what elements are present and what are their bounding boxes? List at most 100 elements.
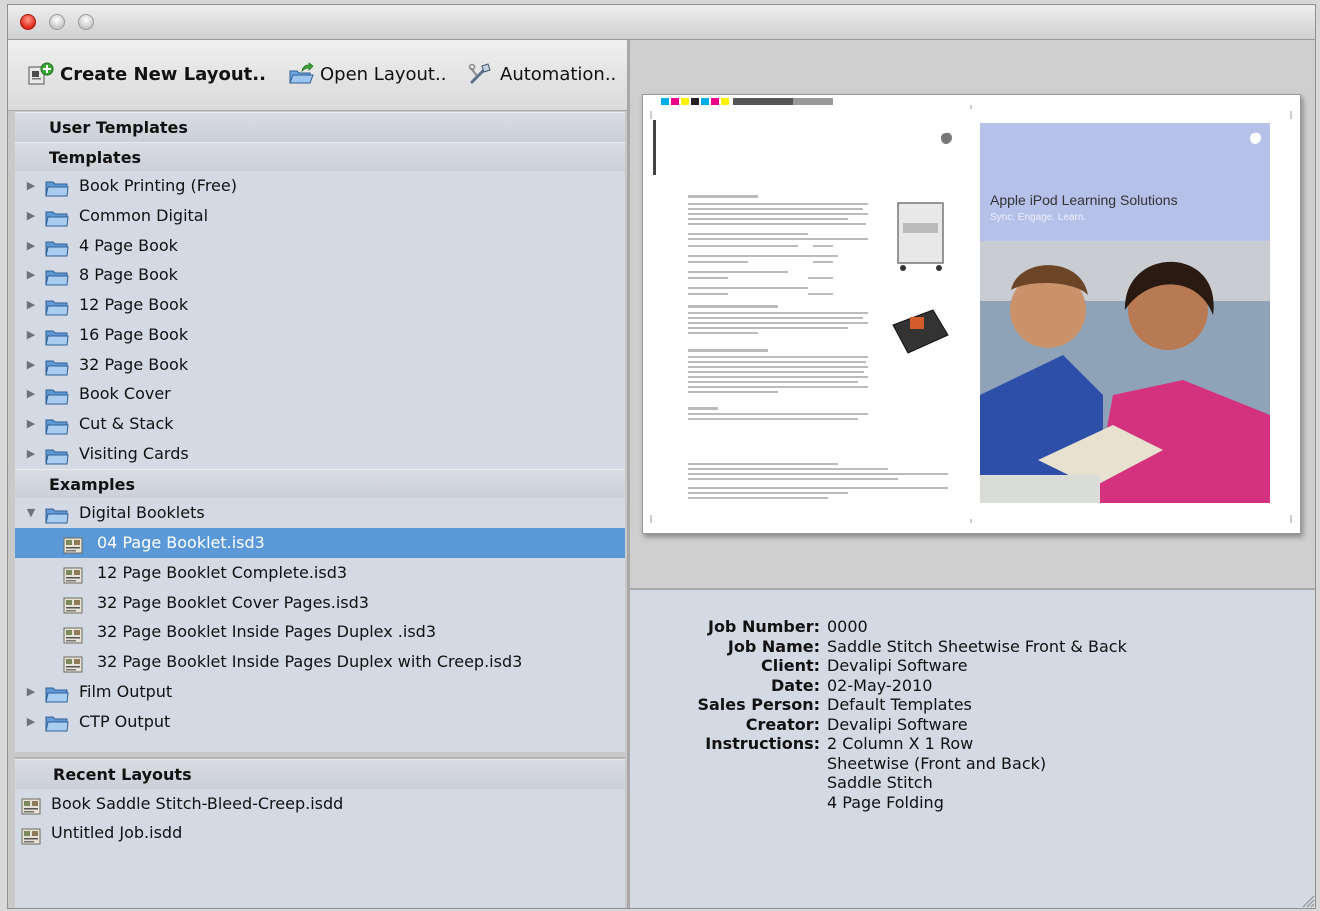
preview-artwork: Apple iPod Learning Solutions Sync. Enga… <box>650 98 1292 523</box>
tree-folder-item[interactable]: ▶ Common Digital <box>15 201 625 231</box>
tree-folder-item[interactable]: ▶ 32 Page Book <box>15 350 625 380</box>
left-pane: Create New Layout.. Open Layout.. Automa… <box>8 40 627 908</box>
recent-layout-label: Book Saddle Stitch-Bleed-Creep.isdd <box>51 793 344 813</box>
recent-layout-item[interactable]: Untitled Job.isdd <box>15 818 625 848</box>
preview-blue-panel <box>980 123 1270 241</box>
folder-icon <box>45 415 69 435</box>
tree-file-item[interactable]: 12 Page Booklet Complete.isd3 <box>15 558 625 588</box>
tree-folder-item[interactable]: ▶ 8 Page Book <box>15 260 625 290</box>
disclosure-triangle-icon[interactable]: ▶ <box>25 201 37 231</box>
tree-folder-item[interactable]: ▶ Visiting Cards <box>15 439 625 469</box>
disclosure-triangle-icon[interactable]: ▶ <box>25 231 37 261</box>
tree-folder-item[interactable]: ▶ 16 Page Book <box>15 320 625 350</box>
folder-icon <box>45 356 69 376</box>
folder-label: 8 Page Book <box>79 265 178 285</box>
examples-header[interactable]: Examples <box>15 468 625 499</box>
instructions-row: 4 Page Folding <box>630 792 1315 813</box>
tree-folder-ctp-output[interactable]: ▶ CTP Output <box>15 707 625 737</box>
zoom-window-button[interactable] <box>78 14 94 30</box>
folder-icon <box>45 683 69 703</box>
template-tree: User Templates Templates ▶ Book Printing … <box>15 112 625 752</box>
file-label: 12 Page Booklet Complete.isd3 <box>97 562 348 582</box>
tree-folder-digital-booklets[interactable]: ▼ Digital Booklets <box>15 498 625 528</box>
folder-label: 12 Page Book <box>79 295 189 315</box>
layout-file-icon <box>63 653 83 673</box>
disclosure-triangle-icon[interactable]: ▶ <box>25 439 37 469</box>
layout-preview-page: Apple iPod Learning Solutions Sync. Enga… <box>642 94 1301 534</box>
disclosure-triangle-icon[interactable]: ▶ <box>25 677 37 707</box>
recent-layout-label: Untitled Job.isdd <box>51 823 183 843</box>
tree-folder-item[interactable]: ▶ Book Printing (Free) <box>15 171 625 201</box>
job-name-row: Job Name: Saddle Stitch Sheetwise Front … <box>630 636 1315 657</box>
resize-grip-icon[interactable] <box>1301 894 1315 908</box>
tree-folder-item[interactable]: ▶ Cut & Stack <box>15 409 625 439</box>
creator-value: Devalipi Software <box>827 714 968 734</box>
user-templates-header[interactable]: User Templates <box>15 112 625 142</box>
instructions-row: Instructions: 2 Column X 1 Row <box>630 734 1315 754</box>
sales-person-value: Default Templates <box>827 695 972 714</box>
instructions-label: Instructions: <box>705 734 820 753</box>
preview-headline: Apple iPod Learning Solutions <box>990 192 1178 208</box>
tree-folder-item[interactable]: ▶ Book Cover <box>15 379 625 409</box>
disclosure-triangle-icon[interactable]: ▶ <box>25 379 37 409</box>
automation-button[interactable]: Automation.. <box>468 60 616 88</box>
color-bar <box>661 98 833 105</box>
preview-photo <box>980 241 1270 503</box>
client-value: Devalipi Software <box>827 656 968 675</box>
disclosure-triangle-icon[interactable]: ▶ <box>25 707 37 737</box>
client-label: Client: <box>761 656 820 675</box>
job-info-panel: Job Number: 0000 Job Name: Saddle Stitch… <box>630 590 1315 908</box>
folder-label: 16 Page Book <box>79 324 189 344</box>
tree-folder-item[interactable]: ▶ 4 Page Book <box>15 231 625 261</box>
tree-file-item[interactable]: 32 Page Booklet Inside Pages Duplex .isd… <box>15 617 625 647</box>
tree-folder-film-output[interactable]: ▶ Film Output <box>15 677 625 707</box>
folder-icon <box>45 207 69 227</box>
disclosure-triangle-icon[interactable]: ▶ <box>25 171 37 201</box>
minimize-window-button[interactable] <box>49 14 65 30</box>
date-value: 02-May-2010 <box>827 675 933 695</box>
job-number-value: 0000 <box>827 617 868 636</box>
folder-label: 4 Page Book <box>79 235 178 255</box>
file-label: 32 Page Booklet Inside Pages Duplex .isd… <box>97 622 436 642</box>
disclosure-triangle-icon[interactable]: ▶ <box>25 409 37 439</box>
layout-file-icon <box>63 534 83 554</box>
open-layout-button[interactable]: Open Layout.. <box>288 60 446 88</box>
folder-label: Cut & Stack <box>79 414 174 434</box>
create-new-layout-button[interactable]: Create New Layout.. <box>28 60 266 88</box>
tree-file-item[interactable]: 32 Page Booklet Cover Pages.isd3 <box>15 588 625 618</box>
job-name-value: Saddle Stitch Sheetwise Front & Back <box>827 636 1127 656</box>
tree-folder-item[interactable]: ▶ 12 Page Book <box>15 290 625 320</box>
disclosure-triangle-icon[interactable]: ▶ <box>25 350 37 380</box>
create-new-layout-label: Create New Layout.. <box>60 63 266 85</box>
file-label: 32 Page Booklet Inside Pages Duplex with… <box>97 652 523 672</box>
disclosure-triangle-icon[interactable]: ▼ <box>25 498 37 528</box>
folder-label: Digital Booklets <box>79 503 205 523</box>
layout-file-icon <box>21 825 41 845</box>
product-illustration <box>892 202 949 354</box>
disclosure-triangle-icon[interactable]: ▶ <box>25 290 37 320</box>
layout-file-icon <box>63 594 83 614</box>
date-row: Date: 02-May-2010 <box>630 675 1315 696</box>
folder-icon <box>45 712 69 732</box>
folder-icon <box>45 266 69 286</box>
instructions-line: 2 Column X 1 Row <box>827 734 974 753</box>
instructions-line: 4 Page Folding <box>827 792 944 812</box>
tree-file-item[interactable]: 04 Page Booklet.isd3 <box>15 528 625 558</box>
job-number-row: Job Number: 0000 <box>630 617 1315 637</box>
file-label: 04 Page Booklet.isd3 <box>97 533 265 553</box>
close-window-button[interactable] <box>20 14 36 30</box>
automation-label: Automation.. <box>500 63 617 85</box>
templates-header[interactable]: Templates <box>15 141 625 172</box>
folder-label: Visiting Cards <box>79 443 189 463</box>
disclosure-triangle-icon[interactable]: ▶ <box>25 260 37 290</box>
folder-icon <box>45 445 69 465</box>
folder-icon <box>45 296 69 316</box>
file-label: 32 Page Booklet Cover Pages.isd3 <box>97 592 369 612</box>
disclosure-triangle-icon[interactable]: ▶ <box>25 320 37 350</box>
tree-file-item[interactable]: 32 Page Booklet Inside Pages Duplex with… <box>15 647 625 677</box>
instructions-line: Sheetwise (Front and Back) <box>827 753 1047 773</box>
recent-layouts-header: Recent Layouts <box>15 759 625 789</box>
job-number-label: Job Number: <box>707 617 820 636</box>
recent-layout-item[interactable]: Book Saddle Stitch-Bleed-Creep.isdd <box>15 789 625 819</box>
title-bar <box>8 5 1315 40</box>
